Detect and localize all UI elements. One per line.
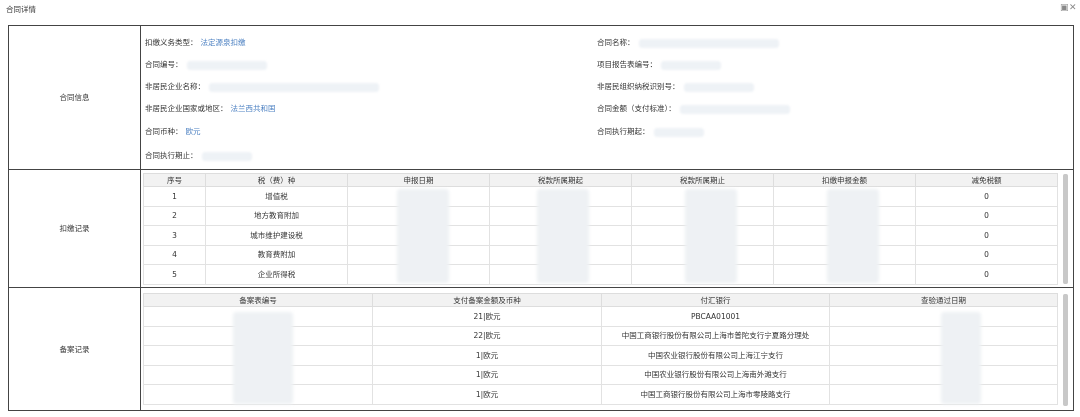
col-header-verify-date: 查验通过日期 bbox=[829, 293, 1058, 307]
deduction-records-label: 扣缴记录 bbox=[9, 170, 141, 287]
row-tax-type: 城市维护建设税 bbox=[205, 225, 348, 246]
row-amount-currency: 1|欧元 bbox=[372, 364, 602, 385]
col-header-filing-date: 申报日期 bbox=[347, 173, 490, 187]
deduction-amount-redacted bbox=[827, 189, 879, 283]
currency-label: 合同币种： bbox=[145, 127, 183, 136]
filing-no-redacted bbox=[233, 312, 293, 404]
col-header-remit-bank: 付汇银行 bbox=[601, 293, 830, 307]
filing-header-row: 备案表编号 支付备案金额及币种 付汇银行 查验通过日期 bbox=[143, 293, 1058, 307]
window-title: 合同详情 bbox=[6, 5, 36, 14]
restore-window-icon[interactable]: ▣ bbox=[1060, 3, 1069, 13]
nonresident-name-field: 非居民企业名称： bbox=[145, 81, 379, 92]
row-tax-relief: 0 bbox=[915, 205, 1058, 226]
nonresident-country-field: 非居民企业国家或地区： 法兰西共和国 bbox=[145, 103, 276, 114]
exec-end-field: 合同执行期止： bbox=[145, 150, 252, 161]
exec-end-redacted bbox=[201, 151, 252, 161]
contract-name-field: 合同名称： bbox=[597, 37, 779, 48]
nonresident-taxid-field: 非居民组织纳税识别号： bbox=[597, 81, 754, 92]
col-header-tax-relief: 减免税额 bbox=[915, 173, 1058, 187]
withholding-type-field: 扣缴义务类型： 法定源泉扣缴 bbox=[145, 37, 246, 48]
row-remit-bank: 中国农业银行股份有限公司上海南外滩支行 bbox=[601, 364, 830, 385]
row-remit-bank: 中国工商银行股份有限公司上海市零陵路支行 bbox=[601, 384, 830, 405]
row-no: 4 bbox=[143, 244, 206, 265]
deduction-header-row: 序号 税（费）种 申报日期 税款所属期起 税款所属期止 扣缴申报金额 减免税额 bbox=[143, 173, 1058, 187]
deduction-scrollbar[interactable] bbox=[1063, 174, 1068, 284]
contract-no-label: 合同编号： bbox=[145, 60, 183, 69]
row-amount-currency: 22|欧元 bbox=[372, 325, 602, 346]
row-tax-relief: 0 bbox=[915, 244, 1058, 265]
row-tax-type: 增值税 bbox=[205, 186, 348, 207]
col-header-amount-currency: 支付备案金额及币种 bbox=[372, 293, 602, 307]
nonresident-country-label: 非居民企业国家或地区： bbox=[145, 104, 228, 113]
row-tax-type: 地方教育附加 bbox=[205, 205, 348, 226]
contract-amount-field: 合同金额（支付标准）： bbox=[597, 103, 790, 114]
filing-scrollbar[interactable] bbox=[1063, 294, 1068, 406]
col-header-no: 序号 bbox=[143, 173, 206, 187]
project-report-no-redacted bbox=[661, 60, 721, 70]
exec-start-redacted bbox=[653, 127, 704, 137]
table-row: 3 城市维护建设税 0 bbox=[143, 225, 1058, 246]
contract-no-redacted bbox=[186, 60, 267, 70]
col-header-period-end: 税款所属期止 bbox=[631, 173, 774, 187]
col-header-deduction-amount: 扣缴申报金额 bbox=[773, 173, 916, 187]
table-row: 4 教育费附加 0 bbox=[143, 244, 1058, 265]
nonresident-country-value: 法兰西共和国 bbox=[230, 104, 276, 113]
period-end-redacted bbox=[685, 189, 737, 283]
close-icon[interactable]: ✕ bbox=[1069, 3, 1077, 13]
col-header-tax-type: 税（费）种 bbox=[205, 173, 348, 187]
nonresident-taxid-redacted bbox=[683, 82, 754, 92]
filing-records-section: 备案记录 备案表编号 支付备案金额及币种 付汇银行 查验通过日期 21|欧元 P… bbox=[9, 288, 1073, 410]
verify-date-redacted bbox=[941, 312, 981, 404]
table-row: 5 企业所得税 0 bbox=[143, 264, 1058, 285]
period-start-redacted bbox=[537, 189, 589, 283]
exec-end-label: 合同执行期止： bbox=[145, 151, 198, 160]
currency-field: 合同币种： 欧元 bbox=[145, 126, 201, 137]
filing-records-body: 备案表编号 支付备案金额及币种 付汇银行 查验通过日期 21|欧元 PBCAA0… bbox=[141, 288, 1073, 410]
col-header-period-start: 税款所属期起 bbox=[489, 173, 632, 187]
row-no: 2 bbox=[143, 205, 206, 226]
filing-records-label: 备案记录 bbox=[9, 288, 141, 410]
project-report-no-field: 项目报告表编号： bbox=[597, 59, 721, 70]
contract-name-redacted bbox=[638, 38, 779, 48]
contract-info-body: 扣缴义务类型： 法定源泉扣缴 合同名称： 合同编号： 项目报告表编号： 非居民企业… bbox=[141, 26, 1073, 169]
filing-date-redacted bbox=[397, 189, 449, 283]
currency-value: 欧元 bbox=[185, 127, 201, 136]
row-amount-currency: 21|欧元 bbox=[372, 306, 602, 327]
contract-amount-redacted bbox=[679, 104, 790, 114]
row-tax-type: 企业所得税 bbox=[205, 264, 348, 285]
contract-detail-panel: 合同信息 扣缴义务类型： 法定源泉扣缴 合同名称： 合同编号： 项目报告表编号： … bbox=[8, 25, 1074, 411]
exec-start-label: 合同执行期起： bbox=[597, 127, 650, 136]
nonresident-name-redacted bbox=[209, 82, 379, 92]
project-report-no-label: 项目报告表编号： bbox=[597, 60, 657, 69]
exec-start-field: 合同执行期起： bbox=[597, 126, 704, 137]
row-tax-relief: 0 bbox=[915, 186, 1058, 207]
row-no: 3 bbox=[143, 225, 206, 246]
deduction-records-section: 扣缴记录 序号 税（费）种 申报日期 税款所属期起 税款所属期止 扣缴申报金额 … bbox=[9, 170, 1073, 288]
row-tax-relief: 0 bbox=[915, 264, 1058, 285]
withholding-type-value: 法定源泉扣缴 bbox=[200, 38, 246, 47]
withholding-type-label: 扣缴义务类型： bbox=[145, 38, 198, 47]
row-remit-bank: 中国工商银行股份有限公司上海市普陀支行宁夏路分理处 bbox=[601, 325, 830, 346]
table-row: 2 地方教育附加 0 bbox=[143, 205, 1058, 226]
window-titlebar: 合同详情 ▣ ✕ bbox=[0, 0, 1080, 18]
row-amount-currency: 1|欧元 bbox=[372, 384, 602, 405]
col-header-filing-no: 备案表编号 bbox=[143, 293, 373, 307]
table-row: 1 增值税 0 bbox=[143, 186, 1058, 207]
contract-name-label: 合同名称： bbox=[597, 38, 635, 47]
deduction-records-body: 序号 税（费）种 申报日期 税款所属期起 税款所属期止 扣缴申报金额 减免税额 … bbox=[141, 170, 1073, 287]
row-tax-relief: 0 bbox=[915, 225, 1058, 246]
row-no: 1 bbox=[143, 186, 206, 207]
contract-amount-label: 合同金额（支付标准）： bbox=[597, 104, 676, 113]
contract-no-field: 合同编号： bbox=[145, 59, 267, 70]
row-tax-type: 教育费附加 bbox=[205, 244, 348, 265]
contract-info-section: 合同信息 扣缴义务类型： 法定源泉扣缴 合同名称： 合同编号： 项目报告表编号： … bbox=[9, 26, 1073, 170]
row-remit-bank: 中国农业银行股份有限公司上海江宁支行 bbox=[601, 345, 830, 366]
row-amount-currency: 1|欧元 bbox=[372, 345, 602, 366]
deduction-records-table: 序号 税（费）种 申报日期 税款所属期起 税款所属期止 扣缴申报金额 减免税额 … bbox=[143, 173, 1058, 285]
row-remit-bank: PBCAA01001 bbox=[601, 306, 830, 327]
contract-info-label: 合同信息 bbox=[9, 26, 141, 169]
row-no: 5 bbox=[143, 264, 206, 285]
nonresident-taxid-label: 非居民组织纳税识别号： bbox=[597, 82, 680, 91]
nonresident-name-label: 非居民企业名称： bbox=[145, 82, 205, 91]
